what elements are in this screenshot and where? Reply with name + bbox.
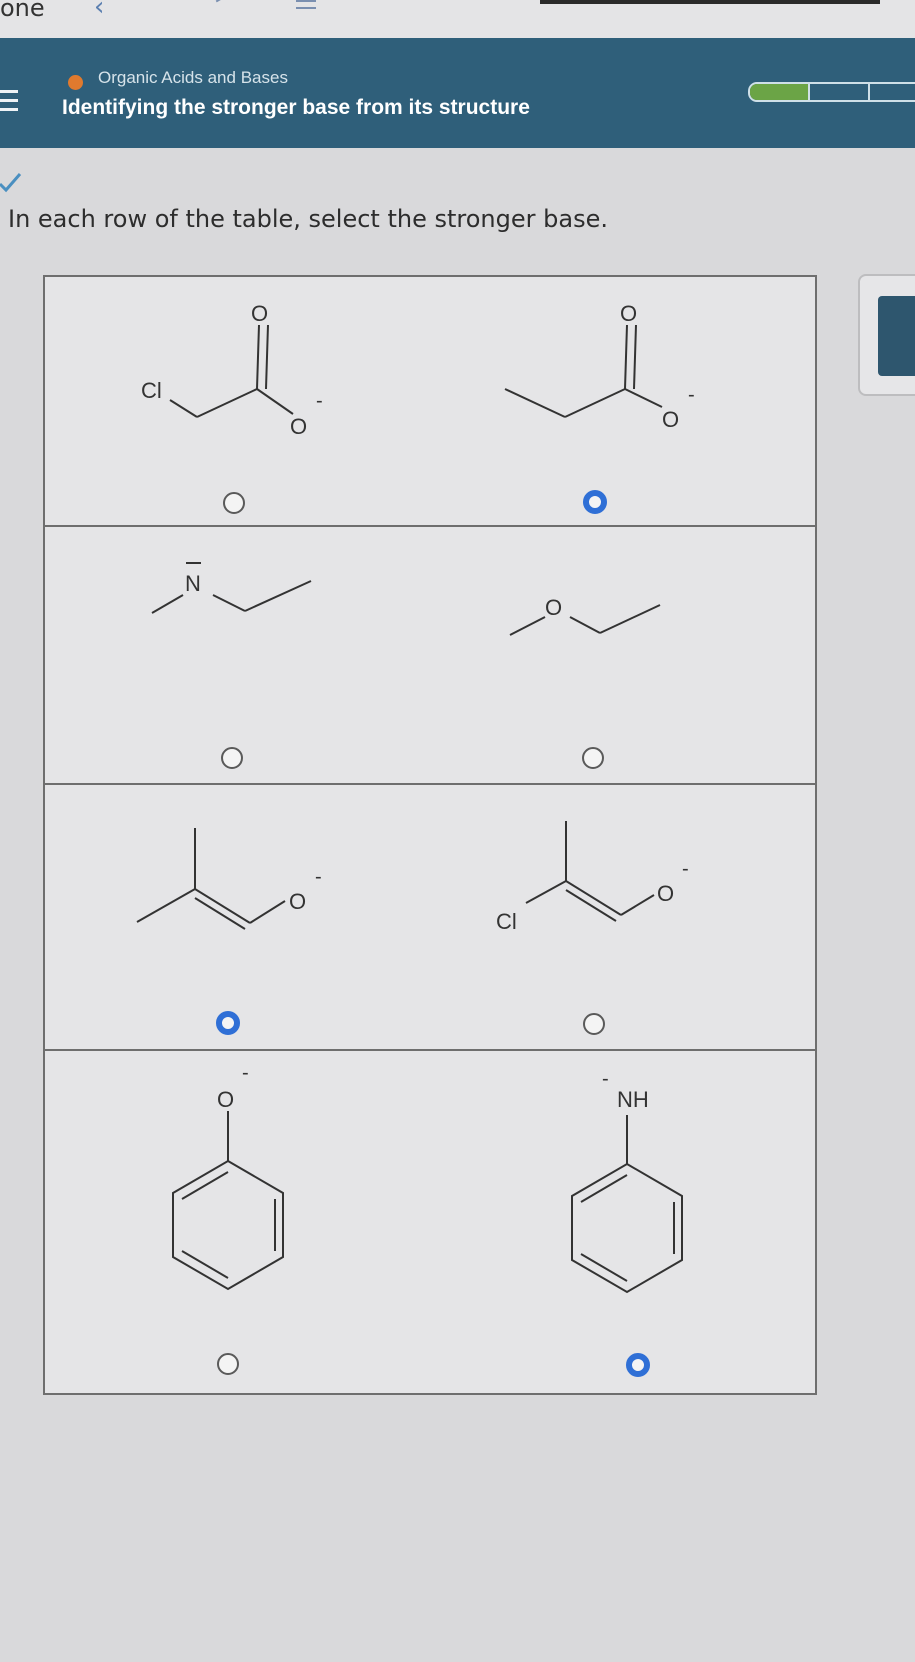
table-row: O - Cl O - (45, 783, 815, 1051)
atom-label: N (185, 571, 201, 596)
choice-cell[interactable]: O (430, 525, 815, 783)
status-bar: one ‹ (0, 0, 915, 40)
side-panel (858, 274, 915, 396)
progress-bar (748, 82, 915, 102)
charge-label: - (316, 390, 323, 412)
charge-label: - (682, 858, 689, 880)
status-mark (296, 0, 316, 2)
choice-cell[interactable]: NH - (430, 1049, 815, 1393)
atom-label: O (289, 889, 306, 914)
choice-cell[interactable]: O O - (430, 277, 815, 525)
choice-cell[interactable]: Cl O - (430, 783, 815, 1049)
radio-button-selected[interactable] (626, 1353, 650, 1377)
radio-button[interactable] (217, 1353, 239, 1375)
menu-icon[interactable] (0, 90, 18, 117)
anilide-structure: NH - (571, 1068, 683, 1294)
table-row: Cl O O - O O - (45, 277, 815, 527)
choice-cell[interactable]: O - (45, 1049, 430, 1393)
radio-button[interactable] (583, 1013, 605, 1035)
status-url-bar (540, 0, 880, 4)
choice-cell[interactable]: Cl O O - (45, 277, 430, 525)
charge-label: - (242, 1062, 249, 1084)
topic-label: Organic Acids and Bases (98, 68, 288, 87)
topic-header: Organic Acids and Bases Identifying the … (0, 38, 915, 148)
choice-cell[interactable]: O - (45, 783, 430, 1049)
atom-label: O (290, 414, 307, 439)
atom-label: O (657, 881, 674, 906)
progress-segment-complete (750, 84, 810, 100)
topic-status-dot-icon (68, 75, 83, 90)
table-row: O - NH - (45, 1049, 815, 1393)
chloroenolate-structure: Cl O - (496, 821, 689, 934)
ethylmethylamide-structure: N (151, 562, 312, 614)
progress-segment (810, 84, 870, 100)
status-mark (215, 0, 233, 3)
radio-button-selected[interactable] (216, 1011, 240, 1035)
ethylmethylether-structure: O (509, 595, 661, 636)
atom-label: Cl (496, 909, 517, 934)
page-title: Identifying the stronger base from its s… (62, 96, 530, 119)
radio-button[interactable] (582, 747, 604, 769)
instruction-text: In each row of the table, select the str… (8, 205, 608, 233)
chloroacetate-structure: Cl O O - (141, 301, 323, 439)
charge-label: - (688, 384, 695, 406)
radio-button[interactable] (223, 492, 245, 514)
phenoxide-structure: O - (172, 1062, 284, 1291)
atom-label: Cl (141, 378, 162, 403)
atom-label: O (217, 1087, 234, 1112)
radio-button[interactable] (221, 747, 243, 769)
atom-label: O (251, 301, 268, 326)
choice-cell[interactable]: N (45, 525, 430, 783)
table-row: N O (45, 525, 815, 785)
atom-label: O (662, 407, 679, 432)
radio-button-selected[interactable] (583, 490, 607, 514)
charge-label: - (602, 1068, 609, 1090)
charge-label: - (315, 866, 322, 888)
atom-label: O (620, 301, 637, 326)
side-panel-button[interactable] (878, 296, 915, 376)
atom-label: O (545, 595, 562, 620)
status-mark (296, 7, 316, 9)
enolate-structure: O - (136, 828, 322, 930)
propanoate-structure: O O - (504, 301, 695, 432)
atom-label: NH (617, 1087, 649, 1112)
back-chevron-icon[interactable]: ‹ (94, 0, 104, 22)
progress-segment (870, 84, 915, 100)
checkmark-icon (0, 173, 22, 193)
carrier-label: one (0, 0, 45, 22)
answer-table: Cl O O - O O - N O O - Cl O - O - NH - (43, 275, 817, 1395)
